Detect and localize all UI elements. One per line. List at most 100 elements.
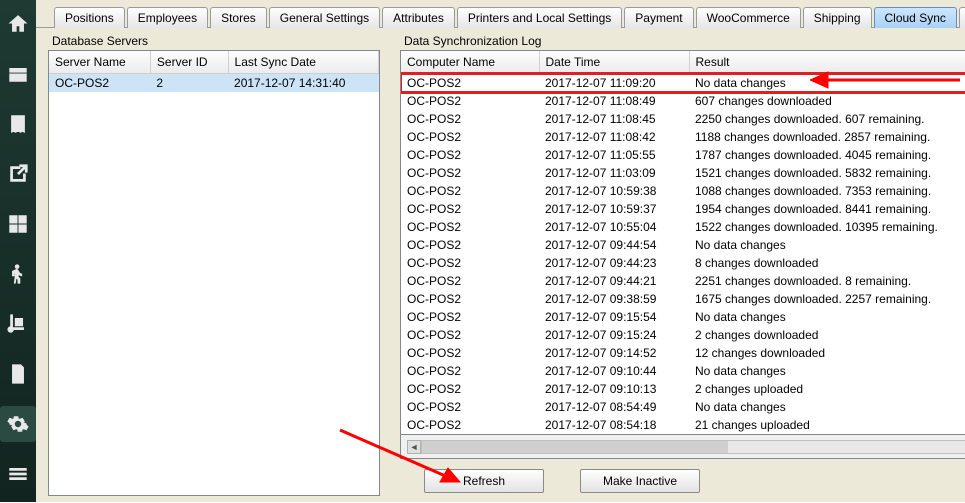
sync-cell: 2017-12-07 09:10:13	[539, 380, 689, 398]
make-inactive-button[interactable]: Make Inactive	[580, 469, 700, 493]
sync-grid[interactable]: Computer NameDate TimeResult OC-POS22017…	[400, 50, 965, 435]
sync-cell: OC-POS2	[401, 182, 539, 200]
sync-cell: 2017-12-07 11:03:09	[539, 164, 689, 182]
sync-cell: 1088 changes downloaded. 7353 remaining.	[689, 182, 965, 200]
sync-row[interactable]: OC-POS22017-12-07 09:44:238 changes down…	[401, 254, 965, 272]
sync-row[interactable]: OC-POS22017-12-07 09:10:132 changes uplo…	[401, 380, 965, 398]
sync-row[interactable]: OC-POS22017-12-07 08:54:49No data change…	[401, 398, 965, 416]
tab-general-settings[interactable]: General Settings	[269, 7, 380, 28]
sync-cell: 2017-12-07 09:44:21	[539, 272, 689, 290]
sync-cell: OC-POS2	[401, 272, 539, 290]
sync-cell: No data changes	[689, 398, 965, 416]
sync-row[interactable]: OC-POS22017-12-07 08:54:1821 changes upl…	[401, 416, 965, 434]
sync-row[interactable]: OC-POS22017-12-07 11:08:452250 changes d…	[401, 110, 965, 128]
sync-row[interactable]: OC-POS22017-12-07 11:08:49607 changes do…	[401, 92, 965, 110]
sync-cell: OC-POS2	[401, 74, 539, 93]
sync-row[interactable]: OC-POS22017-12-07 09:14:5212 changes dow…	[401, 344, 965, 362]
sync-cell: No data changes	[689, 236, 965, 254]
sync-cell: 12 changes downloaded	[689, 344, 965, 362]
sync-cell: 2017-12-07 09:15:24	[539, 326, 689, 344]
sync-col-header[interactable]: Computer Name	[401, 51, 539, 74]
tab-backup-databa[interactable]: Backup Databa	[959, 7, 965, 28]
sync-cell: 2017-12-07 09:14:52	[539, 344, 689, 362]
receipt-icon[interactable]	[0, 106, 36, 142]
grid-icon[interactable]	[0, 206, 36, 242]
sync-cell: 2017-12-07 09:15:54	[539, 308, 689, 326]
sync-cell: 2017-12-07 11:08:42	[539, 128, 689, 146]
sync-row[interactable]: OC-POS22017-12-07 09:15:242 changes down…	[401, 326, 965, 344]
home-icon[interactable]	[0, 6, 36, 42]
tab-positions[interactable]: Positions	[54, 7, 125, 28]
sync-col-header[interactable]: Result	[689, 51, 965, 74]
menu-icon[interactable]	[0, 456, 36, 492]
sync-cell: OC-POS2	[401, 200, 539, 218]
sync-cell: 1675 changes downloaded. 2257 remaining.	[689, 290, 965, 308]
sync-cell: 1521 changes downloaded. 5832 remaining.	[689, 164, 965, 182]
hand-truck-icon[interactable]	[0, 306, 36, 342]
sync-row[interactable]: OC-POS22017-12-07 09:44:212251 changes d…	[401, 272, 965, 290]
tab-stores[interactable]: Stores	[210, 7, 267, 28]
icon-sidebar	[0, 0, 36, 502]
tab-cloud-sync[interactable]: Cloud Sync	[874, 7, 957, 28]
sync-row[interactable]: OC-POS22017-12-07 11:08:421188 changes d…	[401, 128, 965, 146]
tab-shipping[interactable]: Shipping	[803, 7, 872, 28]
servers-col-header[interactable]: Server Name	[49, 51, 150, 74]
main-area: PositionsEmployeesStoresGeneral Settings…	[36, 0, 965, 502]
sync-row[interactable]: OC-POS22017-12-07 09:10:44No data change…	[401, 362, 965, 380]
server-cell: 2	[150, 74, 228, 93]
sync-row[interactable]: OC-POS22017-12-07 11:03:091521 changes d…	[401, 164, 965, 182]
sync-cell: OC-POS2	[401, 362, 539, 380]
server-cell: OC-POS2	[49, 74, 150, 93]
sync-cell: OC-POS2	[401, 308, 539, 326]
sync-row[interactable]: OC-POS22017-12-07 09:15:54No data change…	[401, 308, 965, 326]
servers-title: Database Servers	[52, 34, 380, 48]
sync-cell: OC-POS2	[401, 218, 539, 236]
sync-hscroll[interactable]: ◄ ►	[400, 435, 965, 459]
sync-row[interactable]: OC-POS22017-12-07 10:59:381088 changes d…	[401, 182, 965, 200]
sync-cell: OC-POS2	[401, 290, 539, 308]
sync-cell: 2017-12-07 09:44:23	[539, 254, 689, 272]
sync-row[interactable]: OC-POS22017-12-07 11:09:20No data change…	[401, 74, 965, 93]
tab-attributes[interactable]: Attributes	[382, 7, 455, 28]
sync-title: Data Synchronization Log	[404, 34, 965, 48]
sync-row[interactable]: OC-POS22017-12-07 09:44:54No data change…	[401, 236, 965, 254]
sync-cell: 2250 changes downloaded. 607 remaining.	[689, 110, 965, 128]
tab-employees[interactable]: Employees	[127, 7, 208, 28]
sync-cell: 607 changes downloaded	[689, 92, 965, 110]
button-bar: Refresh Make Inactive	[400, 459, 965, 499]
sync-cell: OC-POS2	[401, 110, 539, 128]
sync-cell: 2017-12-07 09:44:54	[539, 236, 689, 254]
person-walk-icon[interactable]	[0, 256, 36, 292]
document-icon[interactable]	[0, 356, 36, 392]
sync-cell: 8 changes downloaded	[689, 254, 965, 272]
scroll-track[interactable]	[421, 440, 965, 454]
sync-col-header[interactable]: Date Time	[539, 51, 689, 74]
sync-cell: OC-POS2	[401, 92, 539, 110]
sync-cell: 2017-12-07 08:54:18	[539, 416, 689, 434]
sync-cell: OC-POS2	[401, 326, 539, 344]
sync-row[interactable]: OC-POS22017-12-07 09:38:591675 changes d…	[401, 290, 965, 308]
sync-row[interactable]: OC-POS22017-12-07 10:59:371954 changes d…	[401, 200, 965, 218]
cash-register-icon[interactable]	[0, 56, 36, 92]
scroll-thumb[interactable]	[422, 441, 728, 453]
refresh-button[interactable]: Refresh	[424, 469, 544, 493]
sync-cell: 2017-12-07 10:55:04	[539, 218, 689, 236]
tab-printers-and-local-settings[interactable]: Printers and Local Settings	[457, 7, 622, 28]
tab-woocommerce[interactable]: WooCommerce	[696, 7, 801, 28]
sync-cell: 1522 changes downloaded. 10395 remaining…	[689, 218, 965, 236]
settings-icon[interactable]	[0, 406, 36, 442]
sync-cell: OC-POS2	[401, 254, 539, 272]
sync-cell: No data changes	[689, 362, 965, 380]
scroll-left-icon[interactable]: ◄	[407, 440, 421, 454]
export-icon[interactable]	[0, 156, 36, 192]
servers-col-header[interactable]: Server ID	[150, 51, 228, 74]
tab-strip: PositionsEmployeesStoresGeneral Settings…	[36, 0, 965, 28]
sync-cell: No data changes	[689, 74, 965, 93]
sync-row[interactable]: OC-POS22017-12-07 11:05:551787 changes d…	[401, 146, 965, 164]
sync-row[interactable]: OC-POS22017-12-07 10:55:041522 changes d…	[401, 218, 965, 236]
sync-cell: OC-POS2	[401, 128, 539, 146]
servers-col-header[interactable]: Last Sync Date	[228, 51, 378, 74]
servers-grid[interactable]: Server NameServer IDLast Sync Date OC-PO…	[48, 50, 380, 496]
tab-payment[interactable]: Payment	[624, 7, 693, 28]
server-row[interactable]: OC-POS222017-12-07 14:31:40	[49, 74, 379, 93]
